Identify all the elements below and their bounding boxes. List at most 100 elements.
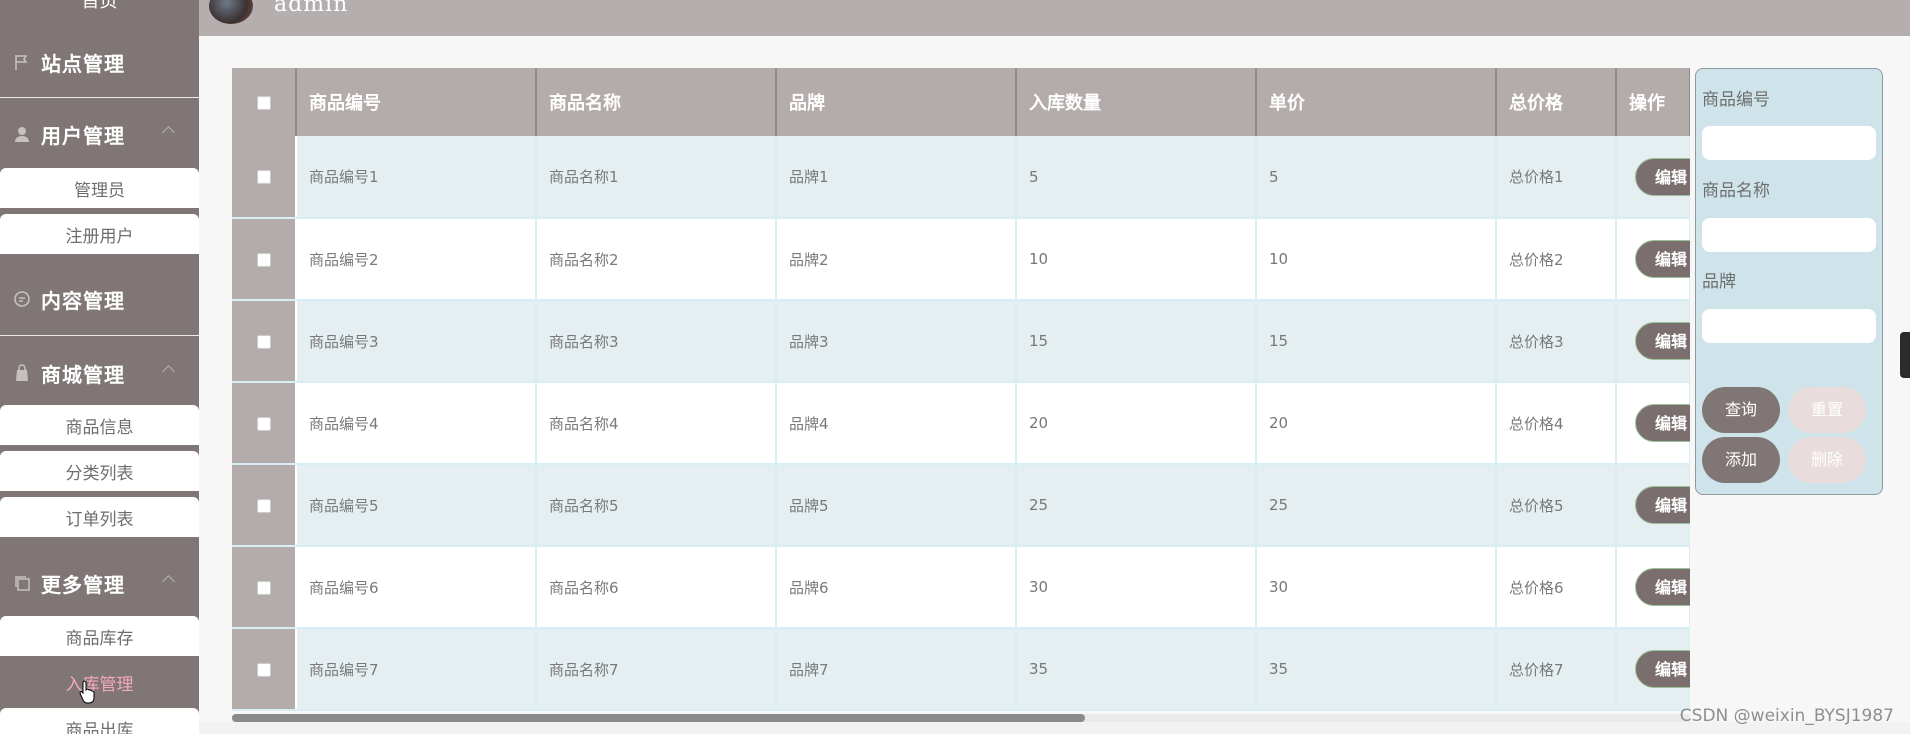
table-cell: 总价格4 [1496,382,1617,465]
copy-icon [11,572,33,594]
action-cell: 编辑 [1616,628,1690,711]
table-cell: 品牌4 [776,382,1017,465]
sidebar-menu-label: 站点管理 [41,51,125,76]
stock-in-table: 商品编号 商品名称 品牌 入库数量 单价 总价格 操作 商品编号1 商品名称1 品牌… [232,68,1690,711]
sidebar-item-category-list[interactable]: 分类列表 [0,451,199,491]
table-row[interactable]: 商品编号1 商品名称1 品牌1 5 5 总价格1 编辑 [232,136,1690,219]
sidebar-item-registered-users[interactable]: 注册用户 [0,214,199,254]
edit-button[interactable]: 编辑 [1635,157,1690,196]
table-cell: 商品编号3 [296,300,537,383]
avatar[interactable] [209,0,253,24]
table-cell: 总价格7 [1496,628,1617,711]
column-header[interactable]: 入库数量 [1016,68,1257,136]
sidebar-menu-content[interactable]: 内容管理 [0,263,199,335]
sidebar-item-stock-out[interactable]: 商品出库 [0,708,199,734]
action-cell: 编辑 [1616,382,1690,465]
sidebar-menu-site[interactable]: 站点管理 [0,26,199,98]
delete-button[interactable]: 删除 [1788,437,1866,483]
action-cell: 编辑 [1616,136,1690,219]
table-cell: 品牌1 [776,136,1017,219]
row-checkbox[interactable] [256,252,271,267]
table-cell: 商品编号1 [296,136,537,219]
app-root: 首页 站点管理 用户管理 管理员 注册用户 内容管理 商城管理 商品信息 分类列… [0,0,1910,734]
edit-button[interactable]: 编辑 [1635,568,1690,606]
row-select-cell [232,218,297,301]
divider [0,335,199,336]
table-cell: 商品名称5 [536,464,777,547]
sidebar-menu-mall[interactable]: 商城管理 [0,337,199,409]
table-cell: 30 [1256,546,1497,629]
query-button[interactable]: 查询 [1702,387,1780,433]
row-checkbox[interactable] [256,498,271,513]
sidebar-menu-label: 内容管理 [41,288,125,313]
product-name-input[interactable] [1702,218,1876,252]
edit-button[interactable]: 编辑 [1635,486,1690,524]
horizontal-scrollbar[interactable] [232,714,1690,722]
table-cell: 20 [1016,382,1257,465]
table-row[interactable]: 商品编号2 商品名称2 品牌2 10 10 总价格2 编辑 [232,218,1690,301]
search-panel: 商品编号 商品名称 品牌 查询 重置 添加 删除 [1695,68,1883,495]
sidebar-item-product-info[interactable]: 商品信息 [0,405,199,445]
action-cell: 编辑 [1616,218,1690,301]
top-header: admin [199,0,1910,36]
sidebar-item-order-list[interactable]: 订单列表 [0,497,199,537]
row-checkbox[interactable] [256,662,271,677]
sidebar-item-stock-in[interactable]: 入库管理 [0,662,199,702]
table-cell: 商品编号2 [296,218,537,301]
table-cell: 总价格3 [1496,300,1617,383]
select-all-checkbox[interactable] [256,95,271,110]
table-cell: 商品名称2 [536,218,777,301]
table-cell: 35 [1256,628,1497,711]
row-select-cell [232,464,297,547]
chevron-up-icon [162,575,175,588]
brand-input[interactable] [1702,309,1876,343]
table-row[interactable]: 商品编号5 商品名称5 品牌5 25 25 总价格5 编辑 [232,464,1690,547]
table-cell: 品牌5 [776,464,1017,547]
label-brand: 品牌 [1702,272,1736,292]
sidebar-item-admin[interactable]: 管理员 [0,168,199,208]
sidebar-menu-label: 商城管理 [41,362,125,387]
edit-button[interactable]: 编辑 [1635,404,1690,442]
sidebar-item-product-stock[interactable]: 商品库存 [0,616,199,656]
row-select-cell [232,300,297,383]
column-header[interactable]: 商品名称 [536,68,777,136]
label-product-name: 商品名称 [1702,181,1770,201]
sidebar-item-home[interactable]: 首页 [0,0,199,20]
label-product-code: 商品编号 [1702,90,1770,110]
table-row[interactable]: 商品编号6 商品名称6 品牌6 30 30 总价格6 编辑 [232,546,1690,629]
row-select-cell [232,382,297,465]
column-header[interactable]: 品牌 [776,68,1017,136]
product-code-input[interactable] [1702,126,1876,160]
row-checkbox[interactable] [256,416,271,431]
reset-button[interactable]: 重置 [1788,387,1866,433]
column-header[interactable]: 商品编号 [296,68,537,136]
sidebar-menu-user[interactable]: 用户管理 [0,98,199,170]
sidebar: 首页 站点管理 用户管理 管理员 注册用户 内容管理 商城管理 商品信息 分类列… [0,0,199,734]
table-cell: 30 [1016,546,1257,629]
chevron-up-icon [162,365,175,378]
chevron-up-icon [162,126,175,139]
table-header-row: 商品编号 商品名称 品牌 入库数量 单价 总价格 操作 [232,68,1690,136]
flag-icon [11,51,33,73]
scrollbar-thumb[interactable] [232,714,1085,722]
row-select-cell [232,628,297,711]
sidebar-menu-more[interactable]: 更多管理 [0,547,199,619]
table-cell: 25 [1016,464,1257,547]
action-cell: 编辑 [1616,464,1690,547]
add-button[interactable]: 添加 [1702,437,1780,483]
column-header[interactable]: 总价格 [1496,68,1617,136]
edit-button[interactable]: 编辑 [1635,322,1690,360]
edit-button[interactable]: 编辑 [1635,650,1690,688]
side-drawer-handle[interactable] [1900,332,1910,378]
row-checkbox[interactable] [256,580,271,595]
row-checkbox[interactable] [256,334,271,349]
edit-button[interactable]: 编辑 [1635,240,1690,278]
table-cell: 商品编号5 [296,464,537,547]
table-row[interactable]: 商品编号3 商品名称3 品牌3 15 15 总价格3 编辑 [232,300,1690,383]
row-checkbox[interactable] [256,170,271,184]
table-row[interactable]: 商品编号4 商品名称4 品牌4 20 20 总价格4 编辑 [232,382,1690,465]
hand-cursor-icon [79,680,95,704]
column-header[interactable]: 单价 [1256,68,1497,136]
table-cell: 品牌3 [776,300,1017,383]
table-row[interactable]: 商品编号7 商品名称7 品牌7 35 35 总价格7 编辑 [232,628,1690,711]
